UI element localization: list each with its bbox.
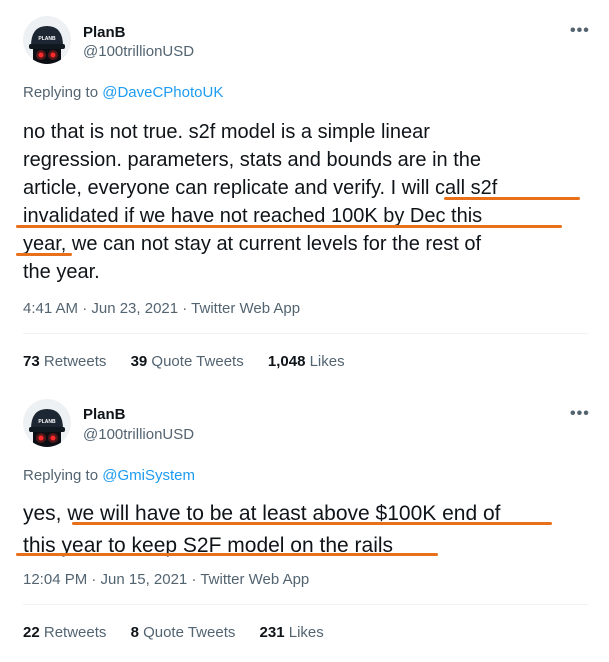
quote-tweets-count: 8 (130, 624, 139, 641)
highlight-underline (72, 522, 552, 525)
tweet-text-line: yes, we will have to be at least above $… (23, 502, 501, 525)
replying-to-label: Replying to (23, 467, 103, 484)
tweet-text-line: this year to keep S2F model on the rails (23, 534, 394, 557)
retweets-stat[interactable]: 22 Retweets (23, 624, 106, 641)
quote-tweets-stat[interactable]: 8 Quote Tweets (131, 624, 236, 641)
likes-stat[interactable]: 231 Likes (260, 624, 324, 641)
user-handle[interactable]: @100trillionUSD (83, 426, 194, 443)
mention-link[interactable]: @GmiSystem (102, 467, 195, 484)
highlight-underline (16, 553, 438, 556)
retweets-label: Retweets (43, 624, 107, 641)
more-options-icon[interactable]: ••• (570, 405, 590, 423)
likes-count: 231 (259, 624, 285, 641)
retweets-count: 22 (23, 624, 40, 641)
tweet-timestamp[interactable]: 12:04 PM · Jun 15, 2021 · Twitter Web Ap… (23, 571, 309, 588)
avatar[interactable]: PLANB (23, 399, 71, 447)
tweet-stats: 22 Retweets 8 Quote Tweets 231 Likes (23, 624, 344, 641)
display-name[interactable]: PlanB (83, 406, 126, 423)
likes-label: Likes (288, 624, 324, 641)
replying-to: Replying to @GmiSystem (23, 467, 195, 484)
avatar-image: PLANB (23, 399, 71, 447)
avatar-text: PLANB (38, 419, 56, 425)
quote-tweets-label: Quote Tweets (143, 624, 236, 641)
tweet-2[interactable]: PLANB PlanB @100trillionUSD ••• Replying… (0, 0, 609, 662)
divider (23, 604, 588, 605)
